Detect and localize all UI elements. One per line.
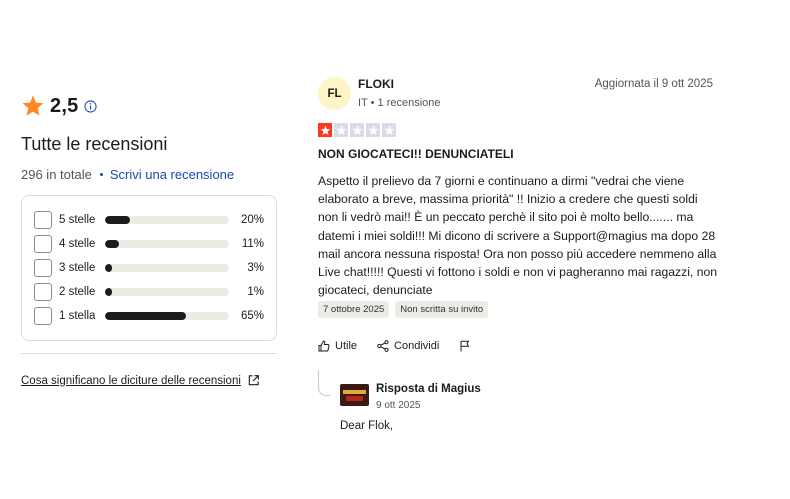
reply-date: 9 ott 2025 [376,400,421,411]
external-link-icon [248,375,259,386]
distribution-bar [105,216,229,224]
star-rating [318,123,398,137]
total-count: 296 in totale [21,167,92,182]
invite-badge: Non scritta su invito [395,301,489,318]
flag-icon [460,340,470,352]
report-button[interactable] [459,340,476,352]
badges: 7 ottobre 2025 Non scritta su invito [318,301,494,318]
distribution-label: 3 stelle [59,262,96,274]
filter-checkbox[interactable] [34,283,52,301]
distribution-row[interactable]: 1 stella 65% [34,304,264,328]
distribution-bar [105,312,229,320]
star-icon [318,123,332,137]
distribution-bar-fill [105,240,119,248]
distribution-row[interactable]: 2 stelle 1% [34,280,264,304]
rating-value: 2,5 [50,94,79,117]
review-body: Aspetto il prelievo da 7 giorni e contin… [318,174,718,298]
distribution-bar [105,288,229,296]
divider [21,353,277,354]
distribution-percent: 3% [247,262,264,274]
thumbs-up-icon [318,340,330,352]
star-icon [382,123,396,137]
rating-distribution: 5 stelle 20% 4 stelle 11% 3 stelle 3% 2 stelle… [21,195,277,341]
updated-date: Aggiornata il 9 ott 2025 [594,78,713,90]
filter-checkbox[interactable] [34,235,52,253]
filter-checkbox[interactable] [34,259,52,277]
meaning-link-text[interactable]: Cosa significano le diciture delle recen… [21,375,241,387]
distribution-row[interactable]: 4 stelle 11% [34,232,264,256]
filter-checkbox[interactable] [34,211,52,229]
rating-row: 2,5 [21,93,277,119]
distribution-label: 4 stelle [59,238,96,250]
distribution-bar-fill [105,312,186,320]
distribution-row[interactable]: 5 stelle 20% [34,208,264,232]
write-review-link[interactable]: Scrivi una recensione [110,167,234,182]
distribution-label: 2 stelle [59,286,96,298]
distribution-bar-fill [105,288,113,296]
distribution-bar-fill [105,264,113,272]
distribution-label: 5 stelle [59,214,96,226]
distribution-bar-fill [105,216,130,224]
star-icon [366,123,380,137]
distribution-bar [105,240,229,248]
total-row: 296 in totale Scrivi una recensione [21,167,277,182]
distribution-percent: 65% [240,310,264,322]
reply-title: Risposta di Magius [376,383,481,395]
star-icon [22,95,44,116]
page-title: Tutte le recensioni [21,134,168,154]
distribution-percent: 20% [240,214,264,226]
filter-checkbox[interactable] [34,307,52,325]
share-icon [377,340,389,352]
company-reply: Risposta di Magius 9 ott 2025 Dear Flok, [318,370,718,450]
distribution-percent: 11% [241,238,264,250]
star-icon [350,123,364,137]
author-name[interactable]: FLOKI [358,77,394,91]
review-title: NON GIOCATECI!! DENUNCIATELI [318,147,514,161]
company-logo[interactable] [340,384,369,406]
distribution-bar [105,264,229,272]
date-badge: 7 ottobre 2025 [318,301,390,318]
reply-text: Dear Flok, [340,420,394,432]
useful-button[interactable]: Utile [318,340,357,352]
distribution-row[interactable]: 3 stelle 3% [34,256,264,280]
author-meta: IT • 1 recensione [358,97,441,109]
distribution-label: 1 stella [59,310,96,322]
rating-summary: 2,5 Tutte le recensioni 296 in totale Sc… [21,93,277,341]
useful-label[interactable]: Utile [335,340,357,352]
reply-connector [318,370,330,396]
share-label[interactable]: Condividi [394,340,439,352]
separator-dot [99,173,103,176]
meaning-link[interactable]: Cosa significano le diciture delle recen… [21,374,260,387]
info-icon[interactable] [84,99,97,113]
distribution-percent: 1% [247,286,264,298]
avatar[interactable]: FL [318,77,351,110]
star-icon [334,123,348,137]
review-actions: Utile Condividi [318,340,496,352]
share-button[interactable]: Condividi [377,340,439,352]
